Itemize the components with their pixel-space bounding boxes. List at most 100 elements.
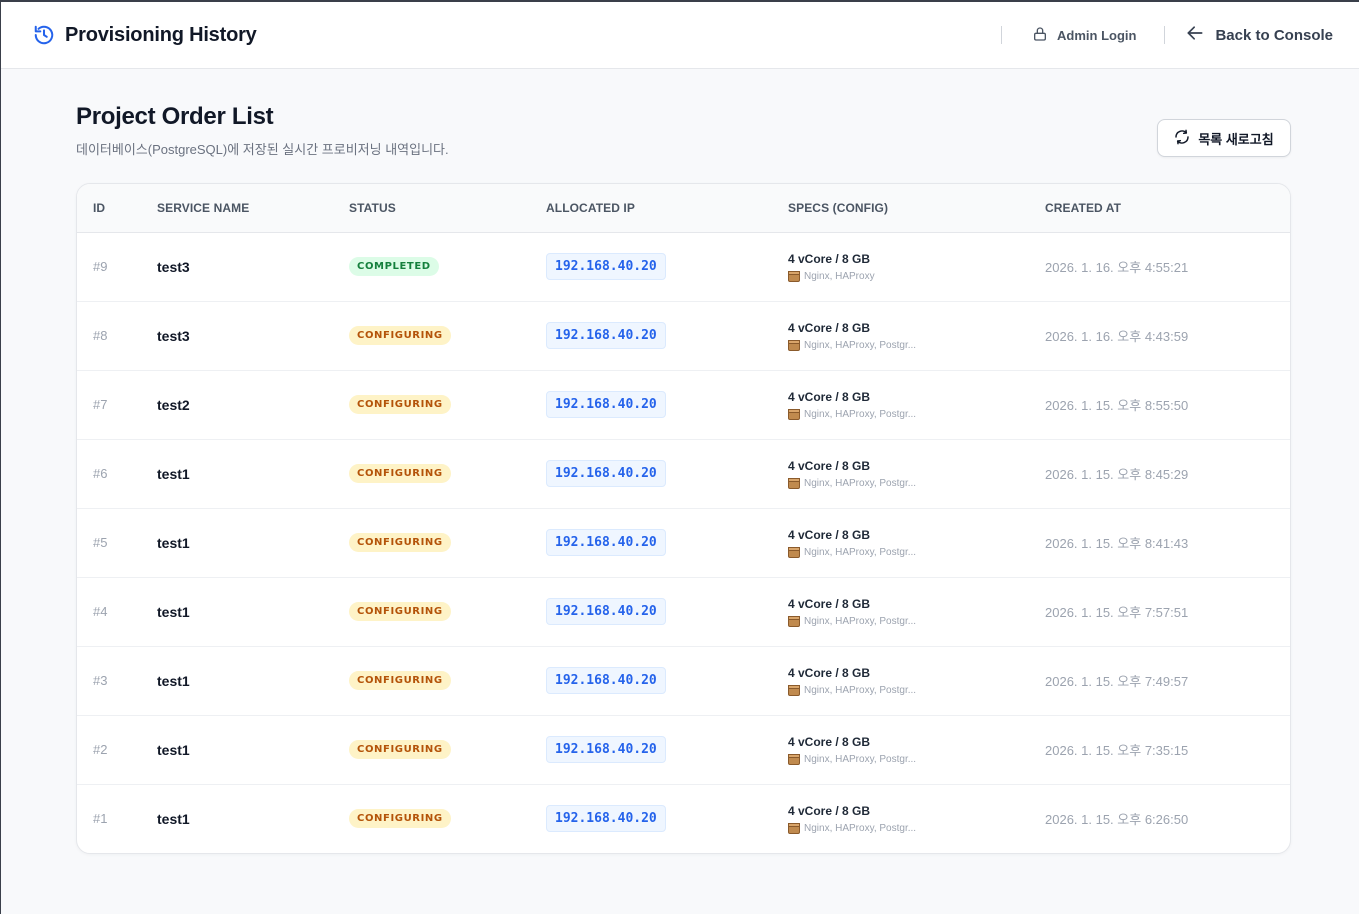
- table-row[interactable]: #7 test2 CONFIGURING 192.168.40.20 4 vCore /…: [77, 370, 1290, 439]
- row-status-cell: CONFIGURING: [349, 577, 546, 646]
- package-icon: [788, 339, 800, 351]
- package-list: Nginx, HAProxy, Postgr...: [804, 684, 917, 696]
- row-created-at: 2026. 1. 15. 오후 8:55:50: [1045, 398, 1189, 413]
- header-id: ID: [77, 184, 157, 233]
- status-badge: CONFIGURING: [349, 740, 451, 759]
- package-icon: [788, 753, 800, 765]
- row-ip-cell: 192.168.40.20: [546, 301, 788, 370]
- row-created-at: 2026. 1. 15. 오후 7:49:57: [1045, 674, 1189, 689]
- spec-packages: Nginx, HAProxy, Postgr...: [788, 753, 1045, 765]
- row-ip-cell: 192.168.40.20: [546, 232, 788, 301]
- spec-summary: 4 vCore / 8 GB: [788, 665, 871, 680]
- row-created-at: 2026. 1. 15. 오후 7:35:15: [1045, 743, 1189, 758]
- spec-packages: Nginx, HAProxy, Postgr...: [788, 477, 1045, 489]
- row-ip-cell: 192.168.40.20: [546, 439, 788, 508]
- arrow-left-icon: [1185, 23, 1205, 47]
- allocated-ip: 192.168.40.20: [546, 460, 666, 487]
- package-list: Nginx, HAProxy, Postgr...: [804, 477, 917, 489]
- row-status-cell: CONFIGURING: [349, 508, 546, 577]
- package-list: Nginx, HAProxy, Postgr...: [804, 339, 917, 351]
- row-ip-cell: 192.168.40.20: [546, 508, 788, 577]
- lock-icon: [1032, 26, 1048, 45]
- row-ip-cell: 192.168.40.20: [546, 715, 788, 784]
- row-id: #4: [93, 604, 108, 619]
- row-service-name: test1: [157, 534, 190, 551]
- status-badge: CONFIGURING: [349, 809, 451, 829]
- row-specs-cell: 4 vCore / 8 GB Nginx, HAProxy, Postgr...: [788, 577, 1045, 646]
- refresh-list-button[interactable]: 목록 새로고침: [1157, 119, 1291, 157]
- row-service-name: test1: [157, 603, 190, 620]
- row-status-cell: CONFIGURING: [349, 439, 546, 508]
- row-created-at: 2026. 1. 15. 오후 7:57:51: [1045, 605, 1189, 620]
- row-service-name: test1: [157, 672, 190, 689]
- status-badge: CONFIGURING: [349, 326, 451, 345]
- row-id: #5: [93, 535, 108, 550]
- row-specs-cell: 4 vCore / 8 GB Nginx, HAProxy, Postgr...: [788, 301, 1045, 370]
- spec-summary: 4 vCore / 8 GB: [788, 596, 871, 611]
- refresh-label: 목록 새로고침: [1198, 131, 1274, 147]
- row-created-at: 2026. 1. 15. 오후 8:45:29: [1045, 467, 1189, 482]
- package-list: Nginx, HAProxy, Postgr...: [804, 822, 917, 834]
- header-allocated-ip: ALLOCATED IP: [546, 184, 788, 233]
- status-badge: COMPLETED: [349, 257, 439, 276]
- allocated-ip: 192.168.40.20: [546, 529, 666, 556]
- status-badge: CONFIGURING: [349, 395, 451, 414]
- table-header-row: ID SERVICE NAME STATUS ALLOCATED IP SPEC…: [77, 184, 1290, 233]
- package-list: Nginx, HAProxy, Postgr...: [804, 615, 917, 627]
- back-to-console-label: Back to Console: [1215, 26, 1333, 44]
- row-id: #3: [93, 673, 108, 688]
- package-list: Nginx, HAProxy, Postgr...: [804, 753, 917, 765]
- row-service-name: test2: [157, 396, 190, 413]
- header-service-name: SERVICE NAME: [157, 184, 349, 233]
- page-title: Project Order List: [76, 103, 274, 130]
- page-subtitle: 데이터베이스(PostgreSQL)에 저장된 실시간 프로비저닝 내역입니다.: [76, 142, 449, 157]
- row-specs-cell: 4 vCore / 8 GB Nginx, HAProxy: [788, 232, 1045, 301]
- admin-login-button[interactable]: Admin Login: [1002, 26, 1164, 45]
- allocated-ip: 192.168.40.20: [546, 667, 666, 694]
- spec-packages: Nginx, HAProxy, Postgr...: [788, 546, 1045, 558]
- status-badge: CONFIGURING: [349, 464, 451, 483]
- allocated-ip: 192.168.40.20: [546, 805, 666, 833]
- back-to-console-button[interactable]: Back to Console: [1165, 23, 1333, 47]
- table-row[interactable]: #1 test1 CONFIGURING 192.168.40.20 4 vCore /…: [77, 784, 1290, 853]
- row-specs-cell: 4 vCore / 8 GB Nginx, HAProxy, Postgr...: [788, 370, 1045, 439]
- spec-summary: 4 vCore / 8 GB: [788, 734, 871, 749]
- admin-login-label: Admin Login: [1057, 27, 1137, 43]
- allocated-ip: 192.168.40.20: [546, 736, 666, 763]
- row-id: #1: [93, 811, 108, 827]
- row-status-cell: CONFIGURING: [349, 715, 546, 784]
- table-row[interactable]: #9 test3 COMPLETED 192.168.40.20 4 vCore / 8…: [77, 232, 1290, 301]
- row-specs-cell: 4 vCore / 8 GB Nginx, HAProxy, Postgr...: [788, 508, 1045, 577]
- package-icon: [788, 546, 800, 558]
- table-row[interactable]: #3 test1 CONFIGURING 192.168.40.20 4 vCore /…: [77, 646, 1290, 715]
- table-row[interactable]: #2 test1 CONFIGURING 192.168.40.20 4 vCore /…: [77, 715, 1290, 784]
- row-id: #6: [93, 466, 108, 481]
- order-table: ID SERVICE NAME STATUS ALLOCATED IP SPEC…: [77, 184, 1290, 853]
- allocated-ip: 192.168.40.20: [546, 322, 666, 349]
- brand: Provisioning History: [33, 24, 257, 47]
- spec-packages: Nginx, HAProxy, Postgr...: [788, 822, 1045, 834]
- main-content: Project Order List 데이터베이스(PostgreSQL)에 저…: [1, 69, 1359, 854]
- allocated-ip: 192.168.40.20: [546, 253, 666, 280]
- history-icon: [33, 24, 55, 46]
- allocated-ip: 192.168.40.20: [546, 391, 666, 418]
- spec-summary: 4 vCore / 8 GB: [788, 320, 871, 335]
- table-row[interactable]: #5 test1 CONFIGURING 192.168.40.20 4 vCore /…: [77, 508, 1290, 577]
- spec-packages: Nginx, HAProxy, Postgr...: [788, 615, 1045, 627]
- row-ip-cell: 192.168.40.20: [546, 646, 788, 715]
- table-row[interactable]: #6 test1 CONFIGURING 192.168.40.20 4 vCore /…: [77, 439, 1290, 508]
- package-list: Nginx, HAProxy, Postgr...: [804, 408, 917, 420]
- spec-packages: Nginx, HAProxy, Postgr...: [788, 408, 1045, 420]
- row-status-cell: COMPLETED: [349, 232, 546, 301]
- spec-summary: 4 vCore / 8 GB: [788, 803, 871, 818]
- spec-summary: 4 vCore / 8 GB: [788, 527, 871, 542]
- table-row[interactable]: #8 test3 CONFIGURING 192.168.40.20 4 vCore /…: [77, 301, 1290, 370]
- top-actions: Admin Login Back to Console: [1001, 2, 1333, 68]
- package-list: Nginx, HAProxy: [804, 270, 875, 282]
- spec-summary: 4 vCore / 8 GB: [788, 251, 871, 266]
- package-icon: [788, 270, 800, 282]
- app-title: Provisioning History: [65, 23, 257, 46]
- allocated-ip: 192.168.40.20: [546, 598, 666, 625]
- package-icon: [788, 684, 800, 696]
- table-row[interactable]: #4 test1 CONFIGURING 192.168.40.20 4 vCore /…: [77, 577, 1290, 646]
